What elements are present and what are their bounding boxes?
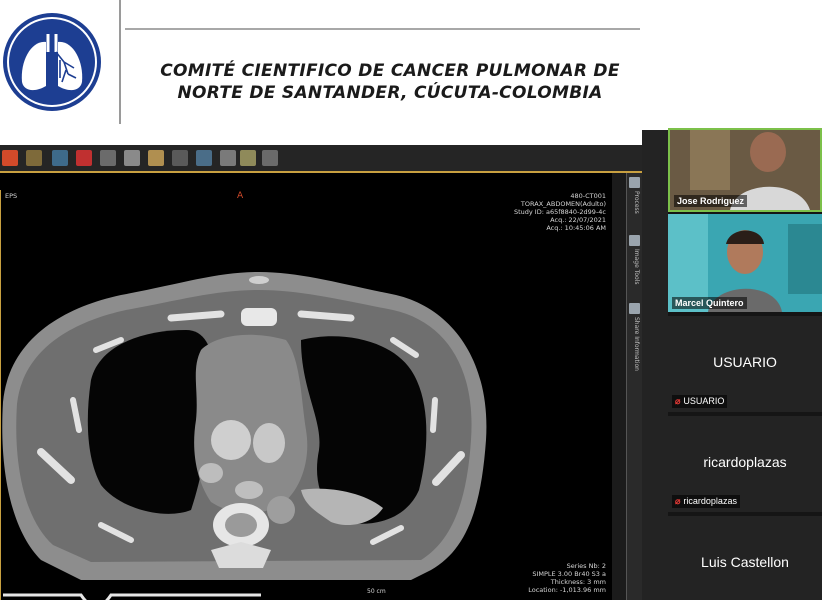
series-info: Series Nb: 2 SIMPLE 3.00 Br40 S3 a Thick… [441,562,606,594]
export-icon[interactable] [262,150,278,166]
mic-muted-icon: ⌀ [675,496,681,506]
contrast-icon[interactable] [172,150,188,166]
lungs-logo-icon [3,13,101,111]
participant-name-tag: ⌀ USUARIO [672,395,728,408]
header-rule [125,28,640,30]
series-thickness: Thickness: 3 mm [550,578,606,586]
pan-icon[interactable] [52,150,68,166]
presentation-header: COMITÉ CIENTIFICO DE CANCER PULMONAR DE … [0,0,822,128]
participant-tile-video[interactable]: Jose Rodriguez [668,128,822,212]
share-tab-icon[interactable] [629,303,640,314]
series-location: Location: -1,013.96 mm [528,586,606,594]
ct-scan-image [2,272,487,600]
tab-share-information[interactable]: Share Information [629,317,640,397]
viewport-top [0,175,612,190]
participants-panel: Jose Rodriguez Marcel Quintero USUARIO ⌀… [668,128,822,600]
copy-icon[interactable] [148,150,164,166]
invert-icon[interactable] [196,150,212,166]
participant-display-name: ricardoplazas [703,454,787,470]
title-line-1: COMITÉ CIENTIFICO DE CANCER PULMONAR DE [160,61,620,81]
study-protocol: TORAX_ABDOMEN(Adulto) [520,200,606,208]
orientation-marker: A [237,191,244,201]
series-number: Series Nb: 2 [566,562,606,570]
study-time: Acq.: 10:45:06 AM [546,224,606,232]
participant-tile[interactable]: ricardoplazas ⌀ ricardoplazas [668,416,822,512]
participant-name: Jose Rodriguez [674,195,748,207]
participant-tile-video[interactable]: Marcel Quintero [668,214,822,312]
participant-name: ricardoplazas [683,496,737,506]
window-level-icon[interactable] [26,150,42,166]
capture-icon[interactable] [240,150,256,166]
participant-name: Marcel Quintero [672,297,747,309]
series-kernel: SIMPLE 3.00 Br40 S3 a [532,570,606,578]
side-tools-panel: Process Image Tools Share Information [626,173,642,600]
mic-muted-icon: ⌀ [675,396,681,406]
scale-label: 50 cm [367,588,386,595]
page-title: COMITÉ CIENTIFICO DE CANCER PULMONAR DE … [140,60,640,104]
study-info: 480-CT001 TORAX_ABDOMEN(Adulto) Study ID… [441,192,606,232]
reset-icon[interactable] [220,150,236,166]
tab-image-tools[interactable]: Image Tools [629,249,640,299]
dicom-viewer: EPS A 480-CT001 TORAX_ABDOMEN(Adulto) St… [0,130,668,600]
participant-display-name: USUARIO [713,354,777,370]
viewer-right-gutter [642,130,668,600]
screen: COMITÉ CIENTIFICO DE CANCER PULMONAR DE … [0,0,822,600]
study-id-line: 480-CT001 [570,192,606,200]
viewport-scroll-strip[interactable] [612,173,626,600]
ct-viewport[interactable]: EPS A 480-CT001 TORAX_ABDOMEN(Adulto) St… [0,190,612,600]
title-line-2: NORTE DE SANTANDER, CÚCUTA-COLOMBIA [177,83,603,103]
study-date: Acq.: 22/07/2021 [550,216,606,224]
study-uid: Study ID: a65f8840-2d99-4c [513,208,606,216]
viewer-left-label: EPS [5,192,18,200]
tab-process[interactable]: Process [629,191,640,231]
zoom-icon[interactable] [100,150,116,166]
image-tools-tab-icon[interactable] [629,235,640,246]
participant-display-name: Luis Castellon [701,554,789,570]
participant-tile[interactable]: Luis Castellon [668,516,822,600]
participant-tile[interactable]: USUARIO ⌀ USUARIO [668,316,822,412]
delete-icon[interactable] [76,150,92,166]
undo-icon[interactable] [2,150,18,166]
participant-name: USUARIO [683,396,725,406]
participant-name-tag: ⌀ ricardoplazas [672,495,740,508]
header-divider [119,0,121,124]
toolbar-top-strip [0,130,642,145]
process-tab-icon[interactable] [629,177,640,188]
viewer-toolbar [0,145,642,173]
magnifier-icon[interactable] [124,150,140,166]
